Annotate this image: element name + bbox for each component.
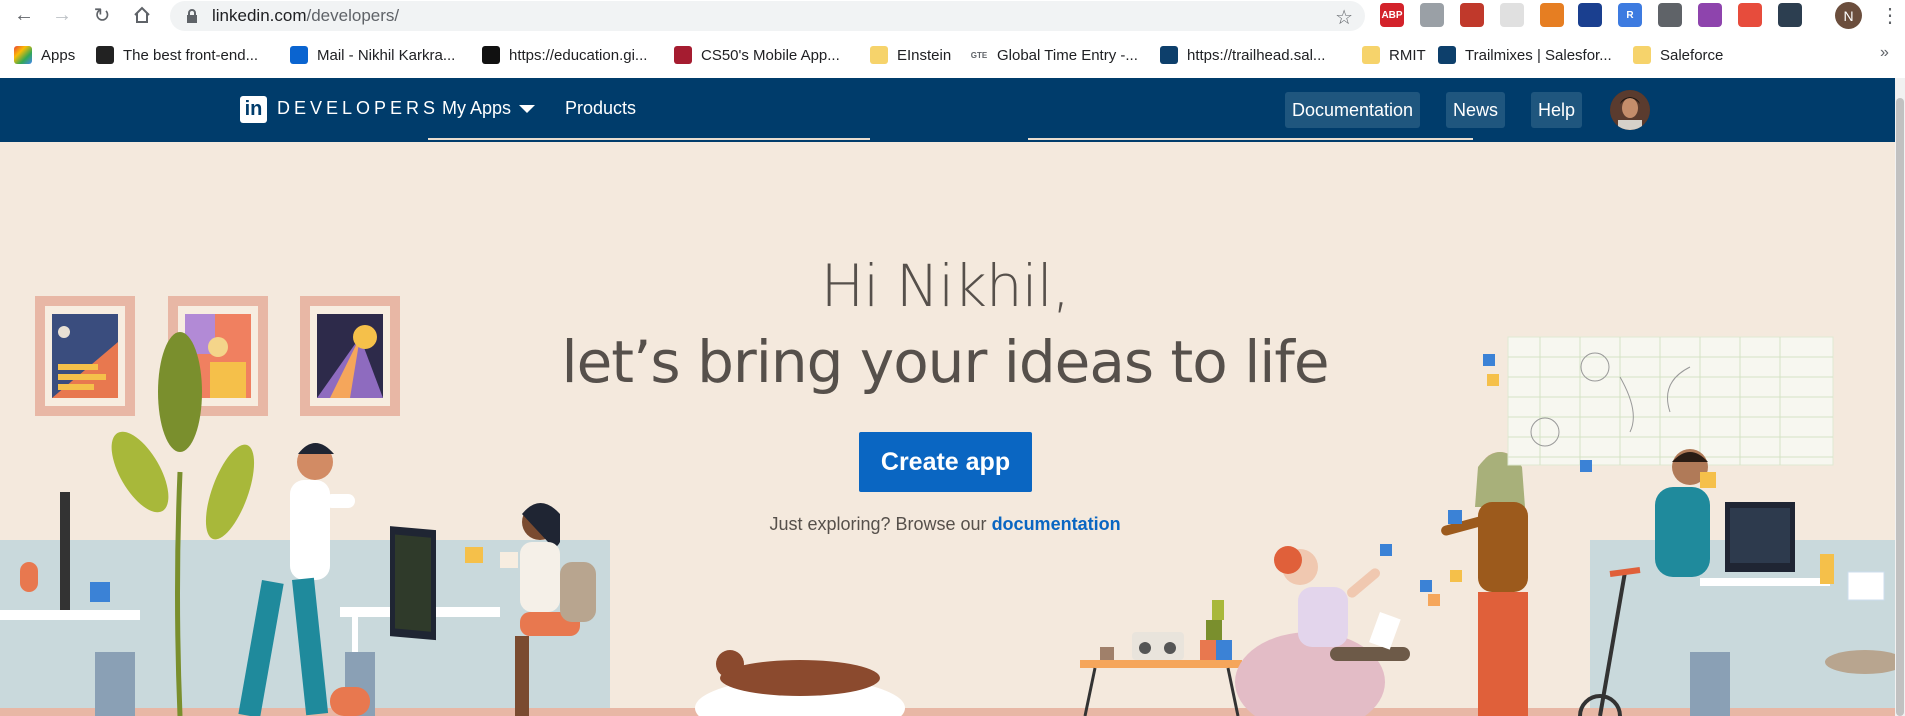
github-icon [482, 46, 500, 64]
nav-divider [428, 138, 870, 140]
url-text: linkedin.com/developers/ [212, 6, 399, 26]
news-link[interactable]: News [1446, 92, 1506, 128]
blank-ext-icon[interactable] [1500, 3, 1524, 27]
folder-icon [1633, 46, 1651, 64]
home-icon[interactable] [128, 2, 156, 28]
bookmark-item[interactable]: The best front-end... [96, 43, 258, 67]
folder-icon [1362, 46, 1380, 64]
forward-arrow-icon[interactable]: → [48, 2, 76, 28]
gte-icon: GTE [970, 46, 988, 64]
scrollbar-thumb[interactable] [1896, 98, 1904, 716]
bookmark-star-icon[interactable]: ☆ [1335, 5, 1353, 30]
side-table [1080, 600, 1242, 716]
r-ext-icon[interactable]: R [1618, 3, 1642, 27]
trailhead-icon [1160, 46, 1178, 64]
bookmark-item[interactable]: GTE Global Time Entry -... [970, 43, 1138, 67]
bookmark-label: Saleforce [1660, 46, 1724, 64]
bookmark-label: https://trailhead.sal... [1187, 46, 1326, 64]
bookmark-item[interactable]: Apps [14, 43, 75, 67]
url-path: /developers/ [306, 6, 400, 25]
trailhead-icon [1438, 46, 1456, 64]
url-host: linkedin.com [212, 6, 307, 25]
camera-icon[interactable] [1420, 3, 1444, 27]
bookmark-label: EInstein [897, 46, 952, 64]
browser-toolbar: ← → ↻ linkedin.com/developers/ ☆ ABP R N … [0, 0, 1905, 31]
bookmarks-bar: Apps The best front-end... Mail - Nikhil K… [0, 40, 1905, 70]
lock-icon [186, 9, 200, 23]
bookmark-item[interactable]: https://education.gi... [482, 43, 647, 67]
documentation-link-inline[interactable]: documentation [992, 514, 1121, 534]
explore-prefix: Just exploring? Browse our [769, 514, 987, 534]
apps-grid-icon [14, 46, 32, 64]
address-bar[interactable]: linkedin.com/developers/ ☆ [170, 1, 1365, 31]
nav-divider [1028, 138, 1473, 140]
bookmark-item[interactable]: RMIT [1362, 43, 1426, 67]
bookmark-label: CS50's Mobile App... [701, 46, 840, 64]
bookmark-label: Global Time Entry -... [997, 46, 1138, 64]
bookmark-item[interactable]: EInstein [870, 43, 951, 67]
products-link[interactable]: Products [565, 98, 636, 119]
brand-label[interactable]: DEVELOPERS [277, 98, 439, 119]
my-apps-label: My Apps [442, 98, 512, 118]
bookmark-item[interactable]: Trailmixes | Salesfor... [1438, 43, 1612, 67]
browser-chrome: ← → ↻ linkedin.com/developers/ ☆ ABP R N … [0, 0, 1905, 78]
puzzle-ext-icon[interactable] [1778, 3, 1802, 27]
browser-menu-icon[interactable]: ⋮ [1880, 3, 1900, 28]
office-illustration [0, 296, 1895, 716]
hero-greeting: Hi Nikhil, [820, 252, 1071, 320]
svelte-ext-icon[interactable] [1738, 3, 1762, 27]
my-apps-menu[interactable]: My Apps [442, 98, 536, 119]
profile-avatar[interactable]: N [1835, 2, 1862, 29]
bookmark-label: Apps [41, 46, 76, 64]
bookmark-item[interactable]: Saleforce [1633, 43, 1723, 67]
pdf-icon[interactable] [1460, 3, 1484, 27]
outlook-icon [290, 46, 308, 64]
bookmark-label: https://education.gi... [509, 46, 648, 64]
monitor-ext-icon[interactable] [1578, 3, 1602, 27]
woman-on-beanbag [1235, 546, 1410, 716]
standing-woman-hijab [1380, 452, 1528, 716]
bookmark-label: RMIT [1389, 46, 1426, 64]
harvard-icon [674, 46, 692, 64]
linkedin-logo-icon[interactable]: in [240, 96, 267, 123]
bookmark-item[interactable]: CS50's Mobile App... [674, 43, 840, 67]
pie-ext-icon[interactable] [1698, 3, 1722, 27]
hero-tagline: let’s bring your ideas to life [561, 328, 1329, 396]
user-avatar[interactable] [1610, 90, 1650, 130]
caret-down-icon [519, 104, 536, 113]
code-ext-icon[interactable] [1658, 3, 1682, 27]
developer-navbar: in DEVELOPERS My Apps Products Documenta… [0, 78, 1895, 142]
image-ext-icon[interactable] [1540, 3, 1564, 27]
bookmarks-overflow-icon[interactable]: » [1880, 44, 1889, 62]
hero-section: Hi Nikhil, let’s bring your ideas to lif… [0, 142, 1895, 716]
help-link[interactable]: Help [1531, 92, 1583, 128]
reload-icon[interactable]: ↻ [88, 2, 116, 28]
explore-text: Just exploring? Browse our documentation [0, 514, 1890, 535]
bookmark-item[interactable]: https://trailhead.sal... [1160, 43, 1325, 67]
bookmark-label: Mail - Nikhil Karkra... [317, 46, 456, 64]
back-arrow-icon[interactable]: ← [10, 2, 38, 28]
adblock-plus-icon[interactable]: ABP [1380, 3, 1404, 27]
create-app-button[interactable]: Create app [859, 432, 1032, 492]
dog-on-bed [695, 650, 905, 716]
bookmark-label: Trailmixes | Salesfor... [1465, 46, 1612, 64]
folder-icon [870, 46, 888, 64]
bookmark-item[interactable]: Mail - Nikhil Karkra... [290, 43, 455, 67]
frontend-icon [96, 46, 114, 64]
bookmark-label: The best front-end... [123, 46, 259, 64]
documentation-link[interactable]: Documentation [1285, 92, 1421, 128]
